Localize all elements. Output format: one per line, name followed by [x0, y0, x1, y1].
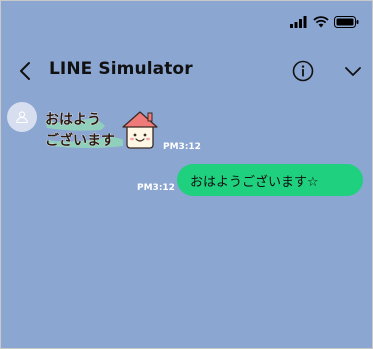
message-text: おはようございます☆: [190, 174, 319, 190]
signal-icon: [290, 16, 307, 28]
back-arrow-icon: [20, 62, 30, 80]
wifi-icon: [313, 16, 329, 28]
sent-message-bubble[interactable]: おはようございます☆: [177, 164, 363, 196]
info-icon: [292, 60, 314, 82]
sticker-message[interactable]: おはよう ございます: [43, 108, 159, 154]
chat-header: LINE Simulator: [1, 56, 372, 86]
battery-icon: [334, 16, 359, 28]
menu-toggle-button[interactable]: [343, 61, 363, 81]
message-timestamp: PM3:12: [163, 142, 201, 152]
status-bar: [290, 15, 359, 29]
chevron-down-icon: [345, 67, 361, 76]
info-button[interactable]: [292, 60, 314, 82]
user-silhouette-icon: [16, 111, 28, 124]
chat-title: LINE Simulator: [49, 59, 193, 79]
avatar[interactable]: [7, 102, 37, 132]
house-face-icon: [122, 111, 158, 149]
sticker-text-line1: おはよう: [45, 112, 101, 128]
good-morning-sticker: おはよう ございます: [45, 111, 158, 149]
back-button[interactable]: [15, 60, 35, 82]
message-timestamp: PM3:12: [137, 183, 175, 193]
sticker-text-line2: ございます: [45, 132, 115, 149]
